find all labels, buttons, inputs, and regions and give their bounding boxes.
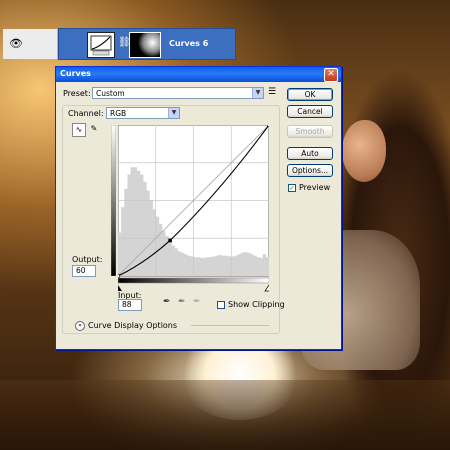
output-label: Output: (72, 255, 103, 264)
histogram-bar (215, 255, 219, 276)
white-point-slider[interactable] (264, 284, 269, 292)
histogram-bar (199, 257, 204, 276)
histogram-bar (221, 255, 226, 276)
histogram-bar (127, 174, 131, 276)
histogram-bar (240, 252, 245, 276)
histogram-bar (143, 181, 147, 276)
curves-adjustment-icon (87, 32, 115, 58)
pencil-tool-icon[interactable]: ✎ (88, 123, 100, 135)
histogram-bar (146, 190, 150, 276)
histogram-bar (193, 257, 197, 276)
eye-icon[interactable]: 👁 (9, 37, 23, 50)
input-gradient-bar (118, 277, 269, 284)
ok-button[interactable]: OK (287, 88, 333, 101)
output-field[interactable]: 60 (72, 265, 96, 277)
histogram-bar (253, 255, 257, 276)
divider (191, 325, 269, 326)
input-field[interactable]: 88 (118, 299, 142, 311)
histogram-bar (174, 248, 179, 276)
chevron-down-icon[interactable]: ▼ (252, 88, 263, 98)
black-eyedropper-icon[interactable]: ✒ (163, 297, 171, 307)
photo-subject-face (342, 120, 386, 182)
histogram-bar (196, 257, 201, 276)
layer-row-curves[interactable]: 👁 ⛓ Curves 6 (3, 28, 236, 60)
auto-button[interactable]: Auto (287, 147, 333, 160)
histogram-bar (234, 255, 238, 276)
preset-label: Preset: (63, 89, 91, 98)
histogram-bar (259, 257, 264, 276)
dialog-title: Curves (60, 69, 91, 78)
curve-control-point[interactable] (118, 274, 120, 278)
preview-label: Preview (299, 183, 331, 192)
preset-options-icon[interactable]: ☰ (268, 87, 276, 97)
histogram-bar (206, 257, 210, 276)
input-value: 88 (122, 300, 132, 309)
show-clipping-checkbox[interactable] (217, 301, 225, 309)
histogram-bar (231, 256, 235, 276)
curves-dialog: Curves ✕ Preset: Custom ▼ ☰ Channel: RGB… (55, 66, 342, 350)
chevron-down-icon[interactable]: ▼ (168, 108, 179, 118)
layer-visibility-toggle[interactable]: 👁 (3, 29, 58, 59)
curve-control-point[interactable] (267, 125, 270, 127)
histogram-bar (140, 174, 144, 276)
photo-ground (0, 380, 450, 450)
curves-graph[interactable] (118, 125, 269, 292)
histogram-bar (256, 257, 260, 276)
preview-checkbox[interactable]: ✓ (288, 184, 296, 192)
histogram-bar (250, 254, 254, 276)
preset-value: Custom (96, 89, 125, 98)
histogram-bar (209, 257, 213, 276)
curve-control-point[interactable] (168, 238, 172, 243)
histogram-bar (187, 255, 191, 276)
channel-value: RGB (110, 109, 127, 118)
histogram-bar (237, 254, 241, 276)
histogram-bar (243, 252, 248, 276)
histogram-bar (180, 252, 185, 276)
smooth-button[interactable]: Smooth (287, 125, 333, 138)
histogram-bar (218, 254, 223, 276)
channel-label: Channel: (68, 109, 104, 118)
curve-point-tool-icon[interactable]: ∿ (72, 123, 86, 137)
curve-display-options-label[interactable]: Curve Display Options (88, 321, 177, 330)
histogram-bar (265, 257, 269, 276)
histogram-bar (202, 257, 207, 276)
gray-eyedropper-icon[interactable]: ✒ (178, 297, 186, 307)
histogram-bar (212, 256, 216, 276)
cancel-button[interactable]: Cancel (287, 105, 333, 118)
histogram-bar (124, 189, 128, 276)
output-value: 60 (76, 266, 86, 275)
histogram-bar (136, 170, 141, 276)
histogram-bar (171, 245, 175, 276)
options-button[interactable]: Options... (287, 164, 333, 177)
white-eyedropper-icon[interactable]: ✒ (193, 297, 201, 307)
expand-chevron-icon[interactable]: » (75, 321, 85, 331)
channel-select[interactable]: RGB ▼ (106, 107, 180, 119)
histogram-bar (121, 207, 125, 276)
layer-mask-thumbnail[interactable] (129, 32, 161, 58)
histogram-bar (118, 232, 122, 276)
histogram-bar (168, 241, 172, 276)
histogram-bar (162, 231, 166, 276)
close-icon[interactable]: ✕ (324, 68, 338, 82)
output-gradient-bar (111, 125, 116, 276)
histogram-bar (224, 255, 229, 276)
histogram-bar (177, 251, 182, 276)
histogram-bar (130, 167, 135, 276)
histogram-bar (262, 254, 267, 276)
layer-name[interactable]: Curves 6 (169, 39, 208, 48)
histogram-bar (246, 252, 251, 276)
histogram-bar (184, 254, 188, 276)
show-clipping-label: Show Clipping (228, 300, 285, 309)
histogram-bar (155, 216, 160, 276)
dialog-titlebar[interactable]: Curves ✕ (56, 67, 341, 82)
preset-select[interactable]: Custom ▼ (92, 87, 264, 99)
